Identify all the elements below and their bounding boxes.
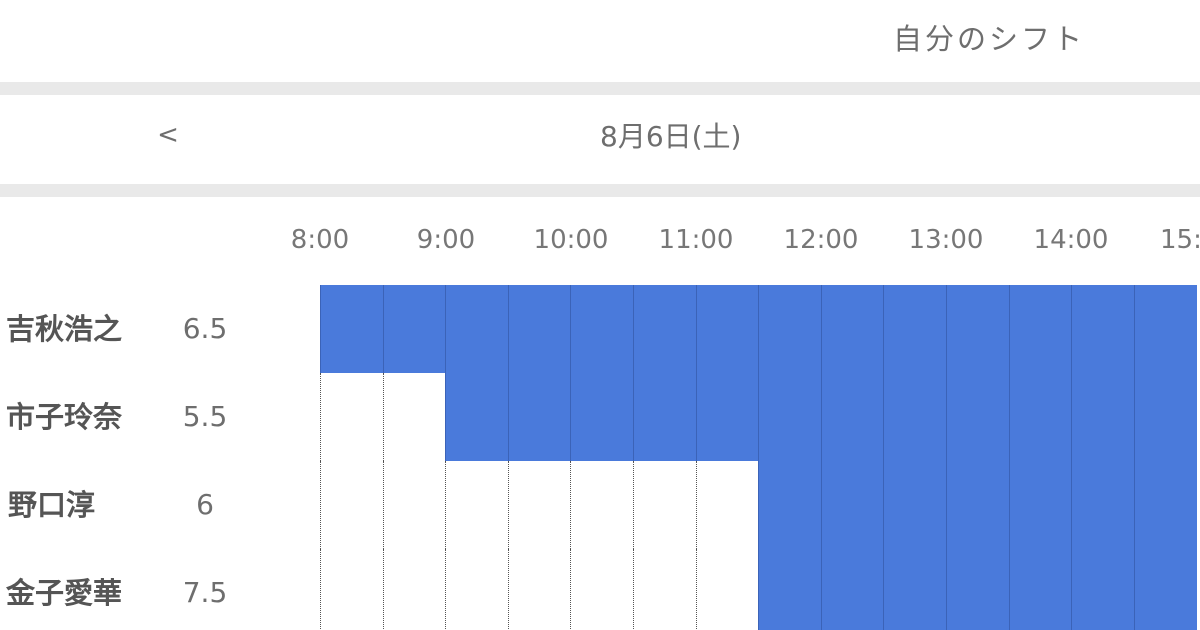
time-label: 10:00 xyxy=(533,225,609,255)
shift-slot-assigned[interactable] xyxy=(758,549,822,630)
shift-slot-assigned[interactable] xyxy=(633,373,696,461)
previous-day-button[interactable]: < xyxy=(152,113,184,157)
shift-slot-assigned[interactable] xyxy=(883,461,947,549)
shift-slot-empty[interactable] xyxy=(507,549,571,630)
shift-slot-assigned[interactable] xyxy=(946,549,1009,630)
separator-top xyxy=(0,82,1200,95)
shift-slot-assigned[interactable] xyxy=(695,373,759,461)
shift-slot-assigned[interactable] xyxy=(320,285,383,373)
shift-slot-empty[interactable] xyxy=(320,373,383,461)
shift-slot-assigned[interactable] xyxy=(820,285,884,373)
shift-slot-assigned[interactable] xyxy=(1008,373,1072,461)
shift-grid: 吉秋浩之 6.5 市子玲奈 5.5 野口淳 6 金子愛華 7.5 xyxy=(0,285,1200,630)
shift-slot-empty[interactable] xyxy=(507,461,571,549)
shift-slot-assigned[interactable] xyxy=(382,285,446,373)
shift-slot-empty[interactable] xyxy=(445,549,509,630)
shift-slot-assigned[interactable] xyxy=(820,549,884,630)
employee-row: 市子玲奈 5.5 xyxy=(0,373,1200,461)
shift-slot-assigned[interactable] xyxy=(820,373,884,461)
shift-slot-assigned[interactable] xyxy=(1008,285,1072,373)
shift-slot-assigned[interactable] xyxy=(1071,461,1135,549)
shift-schedule-page: 自分のシフト < 8月6日(土) 8:00 9:00 10:00 11:00 1… xyxy=(0,0,1200,630)
shift-slot-assigned[interactable] xyxy=(1133,461,1197,549)
employee-name: 野口淳 xyxy=(8,488,96,522)
shift-slot-assigned[interactable] xyxy=(946,285,1009,373)
employee-hours: 6.5 xyxy=(182,312,228,345)
shift-slot-assigned[interactable] xyxy=(1133,285,1197,373)
shift-slot-assigned[interactable] xyxy=(445,373,509,461)
shift-slot-empty[interactable] xyxy=(382,549,446,630)
date-navigation: < 8月6日(土) xyxy=(0,95,1200,184)
employee-hours: 5.5 xyxy=(182,400,228,433)
time-axis: 8:00 9:00 10:00 11:00 12:00 13:00 14:00 … xyxy=(0,200,1200,270)
shift-slot-assigned[interactable] xyxy=(570,285,634,373)
shift-slot-assigned[interactable] xyxy=(820,461,884,549)
employee-row: 金子愛華 7.5 xyxy=(0,549,1200,630)
shift-slot-empty[interactable] xyxy=(633,461,696,549)
time-label: 15: xyxy=(1160,225,1200,255)
shift-slot-assigned[interactable] xyxy=(1008,461,1072,549)
shift-slot-assigned[interactable] xyxy=(633,285,696,373)
time-label: 12:00 xyxy=(783,225,859,255)
shift-slot-empty[interactable] xyxy=(320,549,383,630)
shift-slot-assigned[interactable] xyxy=(946,373,1009,461)
shift-slot-assigned[interactable] xyxy=(883,285,947,373)
shift-slot-assigned[interactable] xyxy=(946,461,1009,549)
time-label: 9:00 xyxy=(416,225,476,255)
time-label: 14:00 xyxy=(1033,225,1109,255)
shift-slot-assigned[interactable] xyxy=(445,285,509,373)
employee-name: 吉秋浩之 xyxy=(5,312,122,346)
employee-row: 野口淳 6 xyxy=(0,461,1200,549)
current-date-label: 8月6日(土) xyxy=(600,120,742,153)
shift-slot-empty[interactable] xyxy=(320,461,383,549)
separator-bottom xyxy=(0,184,1200,197)
shift-slot-assigned[interactable] xyxy=(570,373,634,461)
time-label: 11:00 xyxy=(658,225,734,255)
shift-slot-empty[interactable] xyxy=(695,549,759,630)
shift-slot-assigned[interactable] xyxy=(695,285,759,373)
shift-slot-empty[interactable] xyxy=(570,461,634,549)
shift-slot-assigned[interactable] xyxy=(883,373,947,461)
shift-slot-empty[interactable] xyxy=(695,461,759,549)
employee-hours: 7.5 xyxy=(182,576,228,609)
header-bar: 自分のシフト xyxy=(0,0,1200,82)
shift-slot-assigned[interactable] xyxy=(507,373,571,461)
shift-slot-assigned[interactable] xyxy=(758,461,822,549)
employee-name: 市子玲奈 xyxy=(5,400,122,434)
shift-slot-assigned[interactable] xyxy=(883,549,947,630)
shift-slot-assigned[interactable] xyxy=(758,285,822,373)
shift-slot-empty[interactable] xyxy=(633,549,696,630)
shift-slot-assigned[interactable] xyxy=(1071,373,1135,461)
shift-slot-assigned[interactable] xyxy=(1071,549,1135,630)
shift-slot-empty[interactable] xyxy=(445,461,509,549)
time-label: 13:00 xyxy=(908,225,984,255)
time-label: 8:00 xyxy=(290,225,350,255)
shift-slot-assigned[interactable] xyxy=(507,285,571,373)
shift-slot-assigned[interactable] xyxy=(1071,285,1135,373)
shift-slot-assigned[interactable] xyxy=(1133,373,1197,461)
employee-name: 金子愛華 xyxy=(5,576,122,610)
shift-slot-empty[interactable] xyxy=(382,461,446,549)
employee-hours: 6 xyxy=(196,488,214,521)
shift-slot-assigned[interactable] xyxy=(1133,549,1197,630)
shift-slot-empty[interactable] xyxy=(382,373,446,461)
my-shift-tab[interactable]: 自分のシフト xyxy=(893,16,1085,56)
shift-slot-empty[interactable] xyxy=(570,549,634,630)
shift-slot-assigned[interactable] xyxy=(758,373,822,461)
shift-slot-assigned[interactable] xyxy=(1008,549,1072,630)
employee-row: 吉秋浩之 6.5 xyxy=(0,285,1200,373)
